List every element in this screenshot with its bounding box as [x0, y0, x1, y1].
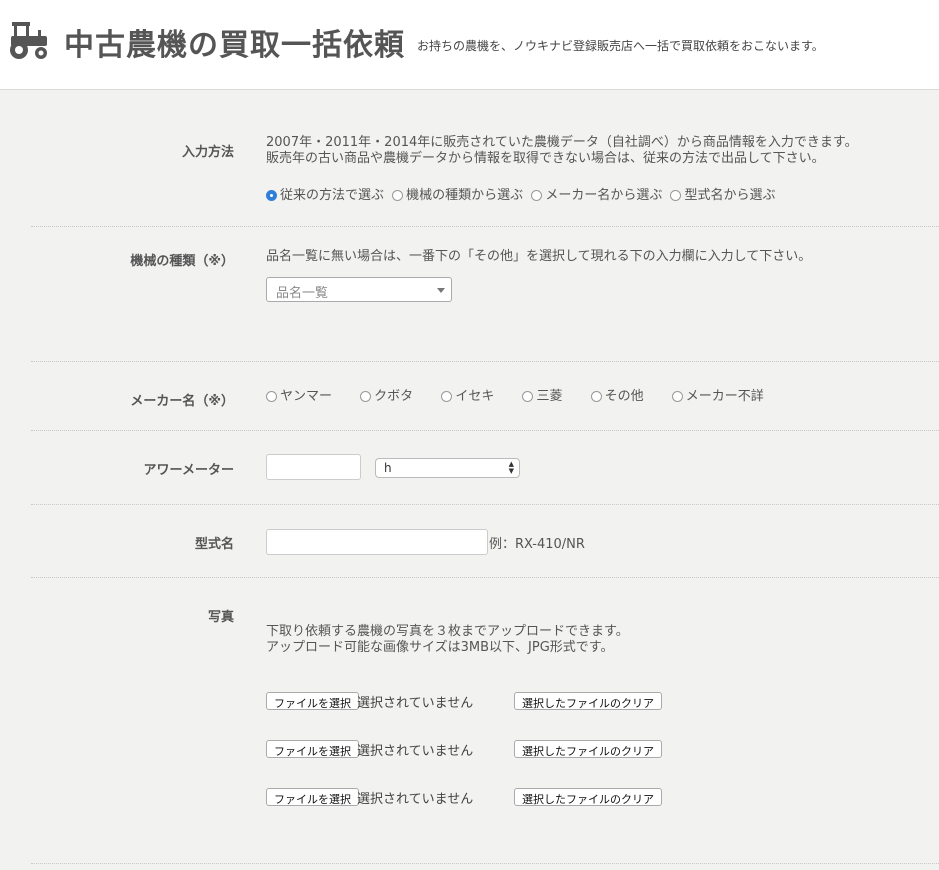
model-example: 例：RX-410/NR: [489, 537, 585, 552]
radio-unchecked-icon: [590, 391, 602, 402]
radio-maker-yanmar-label: ヤンマー: [280, 389, 333, 404]
tractor-icon: [10, 22, 47, 59]
model-input[interactable]: [266, 529, 488, 555]
radio-unchecked-icon: [441, 391, 453, 402]
radio-maker-kubota[interactable]: クボタ: [360, 385, 413, 404]
maker-label: メーカー名（※）: [130, 394, 234, 409]
hour-meter-input[interactable]: [266, 454, 361, 480]
radio-maker-iseki-label: イセキ: [455, 389, 495, 404]
choose-file-button-1[interactable]: ファイルを選択: [266, 692, 359, 710]
machine-type-row: 機械の種類（※） 品名一覧に無い場合は、一番下の「その他」を選択して現れる下の入…: [31, 227, 939, 362]
radio-maker-iseki[interactable]: イセキ: [441, 385, 494, 404]
photos-label: 写真: [207, 610, 234, 625]
model-label: 型式名: [194, 537, 234, 552]
radio-by-maker[interactable]: メーカー名から選ぶ: [531, 184, 662, 203]
maker-radio-group: ヤンマー クボタ イセキ 三菱 その他 メーカー不詳: [266, 385, 768, 404]
radio-maker-yanmar[interactable]: ヤンマー: [266, 385, 332, 404]
radio-traditional-label: 従来の方法で選ぶ: [280, 188, 385, 203]
file-status-3: 選択されていません: [357, 792, 474, 807]
radio-maker-mitsubishi[interactable]: 三菱: [522, 385, 562, 404]
machine-type-content: 品名一覧に無い場合は、一番下の「その他」を選択して現れる下の入力欄に入力して下さ…: [266, 249, 811, 265]
photos-content: 下取り依頼する農機の写真を３枚までアップロードできます。 アップロード可能な画像…: [266, 624, 629, 656]
machine-type-select-value: 品名一覧: [276, 286, 329, 301]
radio-by-machine-type[interactable]: 機械の種類から選ぶ: [392, 184, 523, 203]
radio-maker-unknown-label: メーカー不詳: [685, 389, 764, 404]
radio-by-maker-label: メーカー名から選ぶ: [545, 188, 663, 203]
model-row: 型式名 例：RX-410/NR: [31, 505, 939, 578]
machine-type-desc: 品名一覧に無い場合は、一番下の「その他」を選択して現れる下の入力欄に入力して下さ…: [266, 249, 812, 264]
radio-maker-other[interactable]: その他: [590, 385, 644, 404]
radio-checked-icon: [266, 190, 277, 201]
radio-maker-unknown[interactable]: メーカー不詳: [671, 385, 764, 404]
input-method-content: 2007年・2011年・2014年に販売されていた農機データ（自社調べ）から商品…: [266, 135, 858, 203]
clear-file-button-1[interactable]: 選択したファイルのクリア: [514, 692, 662, 710]
file-status-1: 選択されていません: [357, 696, 474, 711]
hour-meter-row: アワーメーター h ▲ ▼: [31, 431, 939, 505]
input-method-radio-group: 従来の方法で選ぶ 機械の種類から選ぶ メーカー名から選ぶ 型式名から選ぶ: [266, 184, 858, 203]
radio-by-model[interactable]: 型式名から選ぶ: [670, 184, 775, 203]
clear-file-button-2[interactable]: 選択したファイルのクリア: [514, 740, 662, 758]
clear-file-button-3[interactable]: 選択したファイルのクリア: [514, 788, 662, 806]
photos-desc-2: アップロード可能な画像サイズは3MB以下、JPG形式です。: [266, 640, 614, 655]
radio-unchecked-icon: [670, 190, 682, 201]
radio-unchecked-icon: [531, 190, 543, 201]
radio-by-model-label: 型式名から選ぶ: [684, 188, 776, 203]
page-subtitle: お持ちの農機を、ノウキナビ登録販売店へ一括で買取依頼をおこないます。: [417, 39, 824, 53]
radio-unchecked-icon: [522, 391, 534, 402]
machine-type-label: 機械の種類（※）: [130, 254, 234, 269]
sell-request-form: 入力方法 2007年・2011年・2014年に販売されていた農機データ（自社調べ…: [31, 90, 939, 864]
input-method-row: 入力方法 2007年・2011年・2014年に販売されていた農機データ（自社調べ…: [31, 90, 939, 227]
choose-file-button-3[interactable]: ファイルを選択: [266, 788, 359, 806]
hour-meter-label: アワーメーター: [143, 463, 234, 478]
hour-meter-unit-select[interactable]: h ▲ ▼: [375, 458, 520, 478]
radio-traditional[interactable]: 従来の方法で選ぶ: [266, 184, 384, 203]
radio-maker-mitsubishi-label: 三菱: [536, 389, 563, 404]
radio-by-machine-type-label: 機械の種類から選ぶ: [406, 188, 524, 203]
chevron-down-icon: [437, 288, 445, 293]
input-method-label: 入力方法: [181, 145, 234, 160]
radio-maker-kubota-label: クボタ: [374, 389, 414, 404]
photos-row: 写真 下取り依頼する農機の写真を３枚までアップロードできます。 アップロード可能…: [31, 578, 939, 864]
input-method-desc-1: 2007年・2011年・2014年に販売されていた農機データ（自社調べ）から商品…: [266, 135, 858, 150]
file-status-2: 選択されていません: [357, 744, 474, 759]
radio-unchecked-icon: [360, 391, 372, 402]
radio-unchecked-icon: [266, 391, 277, 402]
input-method-desc-2: 販売年の古い商品や農機データから情報を取得できない場合は、従来の方法で出品して下…: [266, 151, 825, 166]
updown-arrows-icon: ▲ ▼: [508, 460, 514, 475]
page-header: 中古農機の買取一括依頼 お持ちの農機を、ノウキナビ登録販売店へ一括で買取依頼をお…: [0, 0, 939, 90]
hour-meter-unit-value: h: [384, 461, 392, 475]
choose-file-button-2[interactable]: ファイルを選択: [266, 740, 359, 758]
photos-desc-1: 下取り依頼する農機の写真を３枚までアップロードできます。: [266, 624, 629, 639]
page-title: 中古農機の買取一括依頼: [64, 28, 405, 63]
machine-type-select[interactable]: 品名一覧: [266, 277, 452, 302]
radio-unchecked-icon: [671, 391, 683, 402]
radio-maker-other-label: その他: [604, 389, 644, 404]
maker-row: メーカー名（※） ヤンマー クボタ イセキ 三菱 その他 メーカー不詳: [31, 362, 939, 431]
radio-unchecked-icon: [392, 190, 404, 201]
